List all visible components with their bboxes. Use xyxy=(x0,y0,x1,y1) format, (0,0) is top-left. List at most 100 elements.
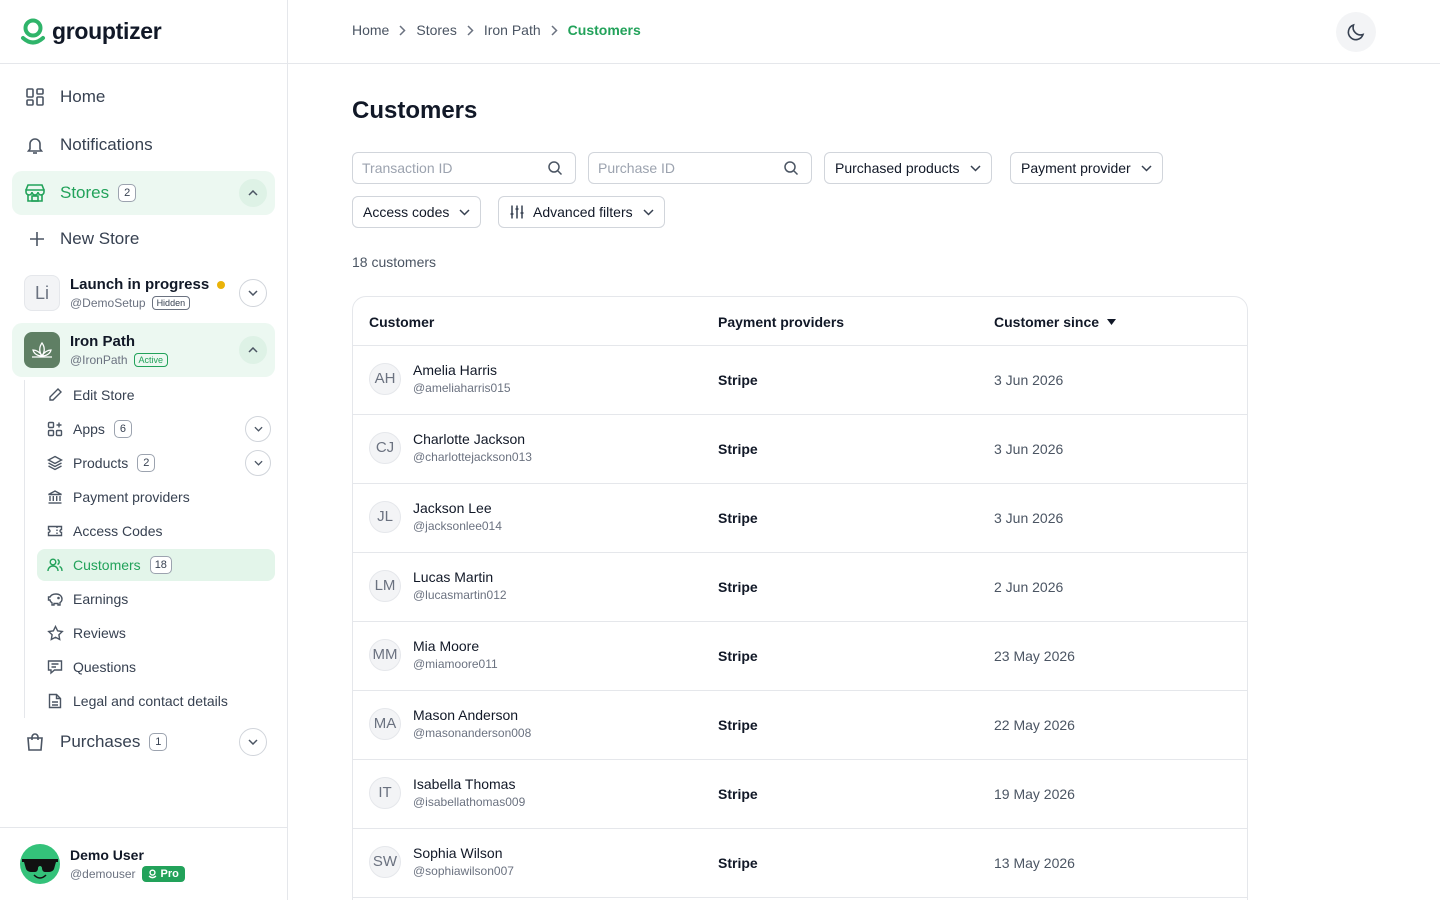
customer-name[interactable]: Mia Moore xyxy=(413,638,498,654)
customer-name[interactable]: Charlotte Jackson xyxy=(413,431,532,447)
chevron-up-icon xyxy=(248,347,258,353)
transaction-id-search[interactable] xyxy=(352,152,576,184)
theme-toggle-button[interactable] xyxy=(1336,12,1376,52)
sub-item-label: Access Codes xyxy=(73,523,163,539)
nav-new-store[interactable]: New Store xyxy=(12,217,275,261)
nav-home[interactable]: Home xyxy=(12,75,275,119)
avatar: CJ xyxy=(369,431,401,464)
breadcrumb-stores[interactable]: Stores xyxy=(416,22,456,38)
table-row[interactable]: AH Amelia Harris @ameliaharris015 Stripe 3 J… xyxy=(353,346,1247,415)
logo-icon xyxy=(148,869,156,878)
access-codes-dropdown[interactable]: Access codes xyxy=(352,196,482,228)
table-row[interactable]: MM Mia Moore @miamoore011 Stripe 23 May 2026 xyxy=(353,622,1247,691)
transaction-id-input[interactable] xyxy=(362,160,542,176)
apps-count-badge: 6 xyxy=(113,420,132,438)
payment-provider-dropdown[interactable]: Payment provider xyxy=(1010,152,1163,184)
avatar: MA xyxy=(369,707,401,740)
customer-name[interactable]: Jackson Lee xyxy=(413,500,502,516)
purchased-products-dropdown[interactable]: Purchased products xyxy=(824,152,992,184)
customer-name[interactable]: Amelia Harris xyxy=(413,362,511,378)
sub-item-label: Payment providers xyxy=(73,489,190,505)
chevron-down-icon xyxy=(248,290,258,296)
nav-notifications[interactable]: Notifications xyxy=(12,123,275,167)
customer-name[interactable]: Sophia Wilson xyxy=(413,845,514,861)
table-row[interactable]: IT Isabella Thomas @isabellathomas009 Strip… xyxy=(353,760,1247,829)
chevron-up-icon xyxy=(248,190,258,196)
purchase-id-input[interactable] xyxy=(598,160,778,176)
logo-icon xyxy=(21,18,45,44)
customer-name[interactable]: Isabella Thomas xyxy=(413,776,525,792)
payment-provider-cell: Stripe xyxy=(718,717,758,733)
store-launch-in-progress[interactable]: Li Launch in progress @DemoSetup Hidden xyxy=(12,266,275,320)
layers-icon xyxy=(46,454,64,472)
lotus-icon xyxy=(32,341,52,358)
apps-expand-button[interactable] xyxy=(245,416,271,442)
customer-name[interactable]: Lucas Martin xyxy=(413,569,507,585)
sunglasses-icon xyxy=(22,859,58,879)
payment-provider-cell: Stripe xyxy=(718,579,758,595)
sub-item-apps[interactable]: Apps 6 xyxy=(37,413,275,445)
pro-label: Pro xyxy=(160,867,179,880)
purchases-expand-button[interactable] xyxy=(239,728,267,756)
nav-stores[interactable]: Stores 2 xyxy=(12,171,275,215)
message-icon xyxy=(46,658,64,676)
store-collapse-button[interactable] xyxy=(239,336,267,364)
customer-since-cell: 19 May 2026 xyxy=(994,786,1075,802)
hidden-badge: Hidden xyxy=(151,296,191,310)
payment-provider-cell: Stripe xyxy=(718,372,758,388)
store-iron-path[interactable]: Iron Path @IronPath Active xyxy=(12,323,275,377)
dropdown-label: Access codes xyxy=(363,204,450,220)
chevron-down-icon xyxy=(970,164,981,172)
sub-item-legal[interactable]: Legal and contact details xyxy=(37,685,275,717)
store-name: Iron Path xyxy=(70,333,136,350)
customer-handle: @miamoore011 xyxy=(413,657,498,671)
avatar: LM xyxy=(369,569,401,602)
dashboard-icon xyxy=(24,86,46,108)
customer-handle: @ameliaharris015 xyxy=(413,381,511,395)
advanced-filters-button[interactable]: Advanced filters xyxy=(498,196,665,228)
breadcrumb-store[interactable]: Iron Path xyxy=(484,22,541,38)
purchase-id-search[interactable] xyxy=(588,152,812,184)
nav-new-store-label: New Store xyxy=(60,229,140,248)
customer-handle: @jacksonlee014 xyxy=(413,519,502,533)
table-row[interactable]: MA Mason Anderson @masonanderson008 Stripe 2… xyxy=(353,691,1247,760)
sub-item-customers[interactable]: Customers 18 xyxy=(37,549,275,581)
table-row[interactable]: SW Sophia Wilson @sophiawilson007 Stripe 13 … xyxy=(353,829,1247,898)
sub-item-products[interactable]: Products 2 xyxy=(37,447,275,479)
store-expand-button[interactable] xyxy=(239,279,267,307)
sub-item-earnings[interactable]: Earnings xyxy=(37,583,275,615)
page-title: Customers xyxy=(352,97,478,124)
store-name: Launch in progress xyxy=(70,276,210,293)
sub-item-reviews[interactable]: Reviews xyxy=(37,617,275,649)
sub-item-label: Apps xyxy=(73,421,105,437)
user-handle: @demouser xyxy=(70,866,136,881)
user-name: Demo User xyxy=(70,846,144,863)
customer-name[interactable]: Mason Anderson xyxy=(413,707,531,723)
sidebar: grouptizer Home Notifications Stores 2 N… xyxy=(0,0,288,900)
nav-purchases[interactable]: Purchases 1 xyxy=(12,720,275,764)
customer-handle: @masonanderson008 xyxy=(413,726,532,740)
payment-provider-cell: Stripe xyxy=(718,510,758,526)
sub-item-payment-providers[interactable]: Payment providers xyxy=(37,481,275,513)
payment-provider-cell: Stripe xyxy=(718,441,758,457)
store-avatar: Li xyxy=(24,275,60,311)
sub-item-label: Questions xyxy=(73,659,137,675)
stores-collapse-button[interactable] xyxy=(239,179,267,207)
breadcrumb-home[interactable]: Home xyxy=(352,22,389,38)
products-expand-button[interactable] xyxy=(245,450,271,476)
customer-cell: IT Isabella Thomas @isabellathomas009 xyxy=(369,776,525,809)
sub-item-questions[interactable]: Questions xyxy=(37,651,275,683)
customer-cell: CJ Charlotte Jackson @charlottejackson013 xyxy=(369,431,532,464)
avatar: IT xyxy=(369,776,401,809)
sub-item-access-codes[interactable]: Access Codes xyxy=(37,515,275,547)
pencil-icon xyxy=(46,386,64,404)
logo[interactable]: grouptizer xyxy=(0,0,287,64)
sub-item-edit-store[interactable]: Edit Store xyxy=(37,379,275,411)
avatar: JL xyxy=(369,500,401,533)
customer-since-cell: 23 May 2026 xyxy=(994,648,1075,664)
table-row[interactable]: CJ Charlotte Jackson @charlottejackson013 S… xyxy=(353,415,1247,484)
column-header-customer-since[interactable]: Customer since xyxy=(994,314,1117,330)
table-row[interactable]: LM Lucas Martin @lucasmartin012 Stripe 2 Jun… xyxy=(353,553,1247,622)
table-row[interactable]: JL Jackson Lee @jacksonlee014 Stripe 3 Jun 2… xyxy=(353,484,1247,553)
user-profile[interactable]: Demo User @demouser Pro xyxy=(0,827,287,900)
